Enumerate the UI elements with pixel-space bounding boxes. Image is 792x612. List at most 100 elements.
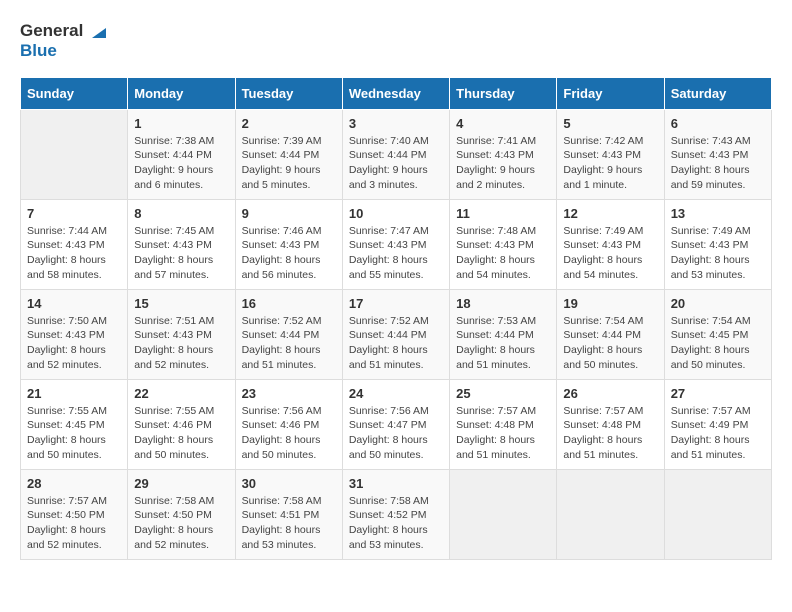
calendar-week-row: 14Sunrise: 7:50 AMSunset: 4:43 PMDayligh… [21, 289, 772, 379]
day-info: Sunrise: 7:57 AMSunset: 4:50 PMDaylight:… [27, 494, 121, 553]
day-number: 2 [242, 116, 336, 131]
day-number: 19 [563, 296, 657, 311]
calendar-table: SundayMondayTuesdayWednesdayThursdayFrid… [20, 77, 772, 560]
day-info: Sunrise: 7:38 AMSunset: 4:44 PMDaylight:… [134, 134, 228, 193]
calendar-cell: 24 Sunrise: 7:56 AMSunset: 4:47 PMDayligh… [342, 379, 449, 469]
day-info: Sunrise: 7:45 AMSunset: 4:43 PMDaylight:… [134, 224, 228, 283]
day-info: Sunrise: 7:49 AMSunset: 4:43 PMDaylight:… [563, 224, 657, 283]
calendar-cell: 21 Sunrise: 7:55 AMSunset: 4:45 PMDayligh… [21, 379, 128, 469]
day-number: 3 [349, 116, 443, 131]
day-info: Sunrise: 7:49 AMSunset: 4:43 PMDaylight:… [671, 224, 765, 283]
calendar-cell: 25 Sunrise: 7:57 AMSunset: 4:48 PMDayligh… [450, 379, 557, 469]
calendar-cell: 16Sunrise: 7:52 AMSunset: 4:44 PMDayligh… [235, 289, 342, 379]
calendar-cell: 29 Sunrise: 7:58 AMSunset: 4:50 PMDayligh… [128, 469, 235, 559]
calendar-cell: 10Sunrise: 7:47 AMSunset: 4:43 PMDayligh… [342, 199, 449, 289]
day-info: Sunrise: 7:58 AMSunset: 4:51 PMDaylight:… [242, 494, 336, 553]
calendar-cell: 8 Sunrise: 7:45 AMSunset: 4:43 PMDaylight… [128, 199, 235, 289]
day-number: 25 [456, 386, 550, 401]
day-info: Sunrise: 7:44 AMSunset: 4:43 PMDaylight:… [27, 224, 121, 283]
calendar-cell: 30 Sunrise: 7:58 AMSunset: 4:51 PMDayligh… [235, 469, 342, 559]
day-info: Sunrise: 7:47 AMSunset: 4:43 PMDaylight:… [349, 224, 443, 283]
day-number: 5 [563, 116, 657, 131]
day-number: 23 [242, 386, 336, 401]
day-number: 27 [671, 386, 765, 401]
calendar-cell: 28 Sunrise: 7:57 AMSunset: 4:50 PMDayligh… [21, 469, 128, 559]
calendar-week-row: 7 Sunrise: 7:44 AMSunset: 4:43 PMDaylight… [21, 199, 772, 289]
day-number: 7 [27, 206, 121, 221]
calendar-cell: 2 Sunrise: 7:39 AMSunset: 4:44 PMDaylight… [235, 109, 342, 199]
column-header-thursday: Thursday [450, 77, 557, 109]
calendar-cell: 31 Sunrise: 7:58 AMSunset: 4:52 PMDayligh… [342, 469, 449, 559]
day-number: 16 [242, 296, 336, 311]
day-number: 4 [456, 116, 550, 131]
day-info: Sunrise: 7:54 AMSunset: 4:45 PMDaylight:… [671, 314, 765, 373]
calendar-cell: 14Sunrise: 7:50 AMSunset: 4:43 PMDayligh… [21, 289, 128, 379]
day-info: Sunrise: 7:58 AMSunset: 4:50 PMDaylight:… [134, 494, 228, 553]
day-number: 8 [134, 206, 228, 221]
day-info: Sunrise: 7:51 AMSunset: 4:43 PMDaylight:… [134, 314, 228, 373]
calendar-cell: 12 Sunrise: 7:49 AMSunset: 4:43 PMDayligh… [557, 199, 664, 289]
calendar-body: 1 Sunrise: 7:38 AMSunset: 4:44 PMDaylight… [21, 109, 772, 559]
calendar-cell: 15 Sunrise: 7:51 AMSunset: 4:43 PMDayligh… [128, 289, 235, 379]
day-info: Sunrise: 7:55 AMSunset: 4:45 PMDaylight:… [27, 404, 121, 463]
day-info: Sunrise: 7:48 AMSunset: 4:43 PMDaylight:… [456, 224, 550, 283]
calendar-cell: 26 Sunrise: 7:57 AMSunset: 4:48 PMDayligh… [557, 379, 664, 469]
day-info: Sunrise: 7:41 AMSunset: 4:43 PMDaylight:… [456, 134, 550, 193]
day-number: 26 [563, 386, 657, 401]
calendar-cell: 23 Sunrise: 7:56 AMSunset: 4:46 PMDayligh… [235, 379, 342, 469]
calendar-cell [664, 469, 771, 559]
calendar-week-row: 28 Sunrise: 7:57 AMSunset: 4:50 PMDayligh… [21, 469, 772, 559]
day-number: 28 [27, 476, 121, 491]
calendar-cell: 22 Sunrise: 7:55 AMSunset: 4:46 PMDayligh… [128, 379, 235, 469]
day-number: 30 [242, 476, 336, 491]
day-info: Sunrise: 7:57 AMSunset: 4:48 PMDaylight:… [563, 404, 657, 463]
calendar-header-row: SundayMondayTuesdayWednesdayThursdayFrid… [21, 77, 772, 109]
day-number: 20 [671, 296, 765, 311]
calendar-cell [21, 109, 128, 199]
calendar-cell: 6Sunrise: 7:43 AMSunset: 4:43 PMDaylight… [664, 109, 771, 199]
day-info: Sunrise: 7:56 AMSunset: 4:47 PMDaylight:… [349, 404, 443, 463]
column-header-tuesday: Tuesday [235, 77, 342, 109]
column-header-sunday: Sunday [21, 77, 128, 109]
day-info: Sunrise: 7:42 AMSunset: 4:43 PMDaylight:… [563, 134, 657, 193]
calendar-cell: 3Sunrise: 7:40 AMSunset: 4:44 PMDaylight… [342, 109, 449, 199]
day-number: 24 [349, 386, 443, 401]
day-number: 17 [349, 296, 443, 311]
day-number: 21 [27, 386, 121, 401]
day-number: 29 [134, 476, 228, 491]
column-header-saturday: Saturday [664, 77, 771, 109]
calendar-cell: 27 Sunrise: 7:57 AMSunset: 4:49 PMDayligh… [664, 379, 771, 469]
day-info: Sunrise: 7:58 AMSunset: 4:52 PMDaylight:… [349, 494, 443, 553]
logo: General Blue [20, 20, 108, 61]
day-number: 9 [242, 206, 336, 221]
day-info: Sunrise: 7:39 AMSunset: 4:44 PMDaylight:… [242, 134, 336, 193]
column-header-wednesday: Wednesday [342, 77, 449, 109]
page-header: General Blue [20, 20, 772, 61]
day-info: Sunrise: 7:57 AMSunset: 4:49 PMDaylight:… [671, 404, 765, 463]
day-info: Sunrise: 7:53 AMSunset: 4:44 PMDaylight:… [456, 314, 550, 373]
calendar-cell [557, 469, 664, 559]
day-number: 15 [134, 296, 228, 311]
logo-blue: Blue [20, 41, 57, 60]
day-info: Sunrise: 7:54 AMSunset: 4:44 PMDaylight:… [563, 314, 657, 373]
calendar-cell: 13 Sunrise: 7:49 AMSunset: 4:43 PMDayligh… [664, 199, 771, 289]
day-number: 22 [134, 386, 228, 401]
day-info: Sunrise: 7:56 AMSunset: 4:46 PMDaylight:… [242, 404, 336, 463]
day-number: 1 [134, 116, 228, 131]
day-info: Sunrise: 7:57 AMSunset: 4:48 PMDaylight:… [456, 404, 550, 463]
calendar-cell: 17Sunrise: 7:52 AMSunset: 4:44 PMDayligh… [342, 289, 449, 379]
calendar-cell: 7 Sunrise: 7:44 AMSunset: 4:43 PMDaylight… [21, 199, 128, 289]
calendar-cell: 20 Sunrise: 7:54 AMSunset: 4:45 PMDayligh… [664, 289, 771, 379]
day-info: Sunrise: 7:46 AMSunset: 4:43 PMDaylight:… [242, 224, 336, 283]
day-number: 6 [671, 116, 765, 131]
day-number: 12 [563, 206, 657, 221]
day-number: 13 [671, 206, 765, 221]
calendar-cell: 19 Sunrise: 7:54 AMSunset: 4:44 PMDayligh… [557, 289, 664, 379]
day-info: Sunrise: 7:55 AMSunset: 4:46 PMDaylight:… [134, 404, 228, 463]
day-number: 31 [349, 476, 443, 491]
column-header-monday: Monday [128, 77, 235, 109]
calendar-week-row: 21 Sunrise: 7:55 AMSunset: 4:45 PMDayligh… [21, 379, 772, 469]
logo-triangle-icon [86, 20, 108, 42]
logo-text: General Blue [20, 20, 108, 61]
calendar-cell: 4 Sunrise: 7:41 AMSunset: 4:43 PMDaylight… [450, 109, 557, 199]
